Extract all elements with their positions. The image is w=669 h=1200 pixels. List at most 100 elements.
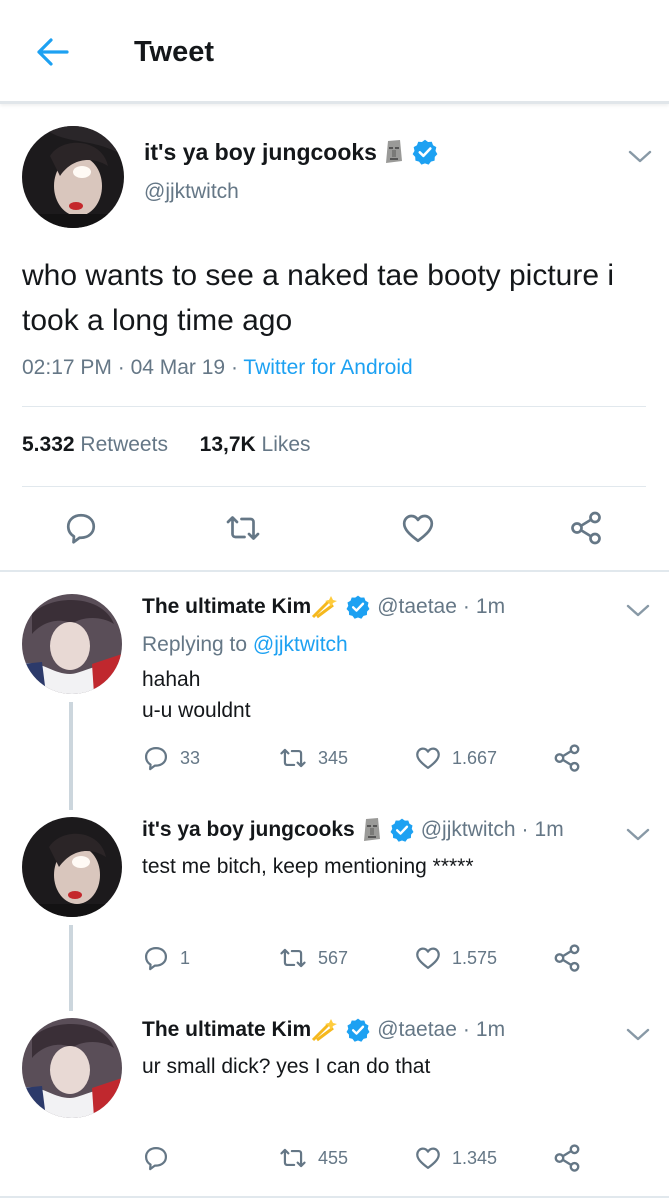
sparkle-emoji-icon: [312, 1019, 338, 1042]
reply-button[interactable]: [58, 505, 104, 551]
reply-button[interactable]: 33: [142, 742, 200, 774]
dot-separator: ·: [462, 1018, 470, 1041]
meta-separator: ·: [117, 356, 131, 379]
section-divider: [0, 570, 669, 572]
meta-separator: ·: [230, 356, 244, 379]
tweet-time: 02:17 PM: [22, 356, 112, 379]
author-name-text: it's ya boy jungcooks: [144, 138, 377, 165]
retweet-button[interactable]: 345: [278, 742, 348, 774]
reply-icon: [66, 513, 96, 544]
avatar-jungcooks[interactable]: [22, 126, 124, 228]
retweet-button[interactable]: 455: [278, 1142, 348, 1174]
verified-icon: [346, 1018, 370, 1042]
like-icon: [416, 947, 440, 970]
tweet-date: 04 Mar 19: [130, 356, 226, 379]
avatar-jungcooks[interactable]: [22, 817, 122, 917]
share-icon: [554, 1144, 580, 1172]
author-name[interactable]: it's ya boy jungcooks: [144, 138, 439, 166]
avatar-taetae[interactable]: [22, 1018, 122, 1118]
retweets-stat[interactable]: 5.332 Retweets: [22, 433, 168, 456]
like-button[interactable]: 1.667: [414, 742, 497, 774]
reply-handle: @taetae: [377, 595, 457, 618]
retweet-button[interactable]: [220, 505, 266, 551]
share-icon: [554, 744, 580, 772]
share-button[interactable]: [552, 942, 582, 974]
page-title: Tweet: [134, 36, 215, 68]
dot-separator: ·: [462, 595, 470, 618]
tweet-source-link[interactable]: Twitter for Android: [243, 356, 412, 379]
retweet-button[interactable]: 567: [278, 942, 348, 974]
retweet-icon: [226, 516, 260, 540]
reply-text-line: ur small dick? yes I can do that: [142, 1055, 431, 1078]
reply-count: 1: [180, 947, 191, 968]
back-button[interactable]: [30, 32, 74, 72]
reply-text-line: u-u wouldnt: [142, 699, 251, 722]
reply-author[interactable]: it's ya boy jungcooks @jjktwitch · 1m: [142, 817, 564, 843]
like-icon: [416, 1147, 440, 1170]
reply-text-line: test me bitch, keep mentioning *****: [142, 855, 474, 878]
back-arrow-icon: [37, 38, 69, 66]
moai-emoji-icon: [385, 140, 402, 163]
verified-icon: [390, 818, 414, 842]
retweet-icon: [280, 748, 306, 768]
chevron-down-icon[interactable]: [624, 600, 652, 620]
reply-actions: 1 567 1.575: [0, 942, 669, 974]
top-bar: Tweet: [0, 0, 669, 104]
retweet-count: 567: [318, 947, 349, 968]
chevron-down-icon[interactable]: [626, 146, 654, 166]
tweet-text: who wants to see a naked tae booty pictu…: [22, 259, 615, 337]
share-button[interactable]: [552, 1142, 582, 1174]
chevron-down-icon[interactable]: [624, 824, 652, 844]
tweet-stats: 5.332 Retweets 13,7K Likes: [22, 433, 311, 457]
retweets-label: Retweets: [80, 433, 168, 456]
reply-author[interactable]: The ultimate Kim @taetae · 1m: [142, 1017, 505, 1043]
reply-icon: [144, 746, 168, 771]
reply-handle: @jjktwitch: [420, 818, 516, 841]
share-icon: [554, 944, 580, 972]
reply-author[interactable]: The ultimate Kim @taetae · 1m: [142, 594, 505, 620]
like-icon: [402, 514, 434, 543]
divider: [0, 1196, 669, 1198]
like-count: 1.667: [452, 747, 498, 768]
share-icon: [571, 511, 601, 545]
reply-time: 1m: [475, 1018, 506, 1041]
like-icon: [416, 747, 440, 770]
divider: [22, 406, 646, 407]
retweet-count: 455: [318, 1147, 349, 1168]
reply-author-name: it's ya boy jungcooks: [142, 818, 355, 841]
chevron-down-icon[interactable]: [624, 1024, 652, 1044]
moai-emoji-icon: [363, 818, 380, 841]
retweets-count: 5.332: [22, 433, 75, 456]
reply-count: 33: [180, 747, 201, 768]
likes-stat[interactable]: 13,7K Likes: [200, 433, 311, 456]
replying-prefix: Replying to: [142, 633, 248, 656]
retweet-count: 345: [318, 747, 349, 768]
replying-to: Replying to @jjktwitch: [142, 633, 348, 657]
reply-actions: 33 345 1.667: [0, 742, 669, 774]
like-button[interactable]: 1.345: [414, 1142, 497, 1174]
reply-time: 1m: [534, 818, 564, 841]
retweet-icon: [280, 948, 306, 968]
reply-time: 1m: [475, 595, 506, 618]
share-button[interactable]: [552, 742, 582, 774]
avatar-taetae[interactable]: [22, 594, 122, 694]
tweet-meta: 02:17 PM · 04 Mar 19 · Twitter for Andro…: [22, 356, 413, 380]
likes-label: Likes: [261, 433, 311, 456]
reply-actions: 455 1.345: [0, 1142, 669, 1174]
reply-button[interactable]: [142, 1142, 180, 1174]
retweet-icon: [280, 1148, 306, 1168]
replying-to-link[interactable]: @jjktwitch: [253, 633, 348, 656]
author-handle[interactable]: @jjktwitch: [144, 180, 239, 204]
like-button[interactable]: [395, 505, 441, 551]
like-count: 1.345: [452, 1147, 498, 1168]
reply-handle: @taetae: [377, 1018, 457, 1041]
likes-count: 13,7K: [199, 433, 256, 456]
verified-icon: [346, 595, 370, 619]
reply-button[interactable]: 1: [142, 942, 190, 974]
reply-author-name: The ultimate Kim: [142, 595, 312, 618]
share-button[interactable]: [563, 505, 609, 551]
reply-text-line: hahah: [142, 668, 201, 691]
dot-separator: ·: [521, 818, 529, 841]
divider: [22, 486, 646, 487]
like-button[interactable]: 1.575: [414, 942, 497, 974]
